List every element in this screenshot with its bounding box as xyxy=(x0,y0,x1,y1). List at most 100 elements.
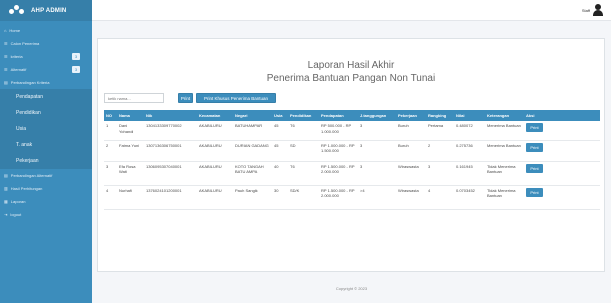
report-title: Laporan Hasil Akhir xyxy=(307,60,395,71)
table-row: 2 Fatma Yuni 1307136306750001 AKABILURU … xyxy=(104,140,600,162)
table-cell: 3 xyxy=(426,161,454,186)
column-header: Usia xyxy=(272,110,288,121)
table-cell: 3 xyxy=(358,161,396,186)
table-cell: Print xyxy=(524,121,600,141)
sidebar-item-label: Perbandingan Alternatif xyxy=(10,173,53,178)
submenu-item-label: Pendidikan xyxy=(16,110,41,116)
table-cell: Menerima Bantuan xyxy=(485,140,524,162)
submenu-perbandingan-kriteria: Pendapatan Pendidikan Usia T. anak Peker… xyxy=(0,89,92,169)
row-print-button[interactable]: Print xyxy=(526,187,543,197)
table-cell: RP 500.000 - RP 1.000.000 xyxy=(319,121,358,141)
table-cell: 30 xyxy=(272,185,288,210)
sidebar-item-logout[interactable]: ⇥ logout xyxy=(0,208,92,221)
column-header: Nilai xyxy=(454,110,485,121)
table-cell: Pertama xyxy=(426,121,454,141)
table-cell: 0.0703452 xyxy=(454,185,485,210)
table-cell: 40 xyxy=(272,161,288,186)
home-icon: ⌂ xyxy=(4,28,7,33)
table-header-row: NO Nama Nik Kecamatan Negari Usia Pendid… xyxy=(104,110,600,121)
table-cell: Wiraswasta xyxy=(396,161,426,186)
table-cell: Pauh Sangik xyxy=(233,185,272,210)
table-cell: Print xyxy=(524,161,600,186)
user-menu[interactable]: Staff xyxy=(582,4,603,16)
table-cell: 45 xyxy=(272,121,288,141)
column-header: Kecamatan xyxy=(197,110,233,121)
table-cell: SD xyxy=(288,140,319,162)
users-icon: ☰ xyxy=(4,41,8,46)
sidebar-item-laporan[interactable]: ▦ Laporan xyxy=(0,195,92,208)
table-cell: 2 xyxy=(426,140,454,162)
column-header: J.tanggungan xyxy=(358,110,396,121)
table-cell: Buruh xyxy=(396,140,426,162)
submenu-item-label: Pendapatan xyxy=(16,94,43,100)
table-cell: DURIAN GADANG xyxy=(233,140,272,162)
sidebar-item-label: Alternatif xyxy=(10,67,27,72)
table-cell: 1376024101200001 xyxy=(144,185,197,210)
submenu-item-pendidikan[interactable]: Pendidikan xyxy=(0,105,92,121)
column-header: Pendapatan xyxy=(319,110,358,121)
column-header: Nik xyxy=(144,110,197,121)
table-cell: T6 xyxy=(288,161,319,186)
report-subtitle: Penerima Bantuan Pangan Non Tunai xyxy=(266,73,436,84)
table-cell: 45 xyxy=(272,140,288,162)
column-header: Negari xyxy=(233,110,272,121)
sidebar-item-alternatif[interactable]: ☰ Alternatif 3 xyxy=(0,63,92,76)
table-cell: Tidak Menerima Bantuan xyxy=(485,161,524,186)
row-print-button[interactable]: Print xyxy=(526,163,543,173)
submenu-item-usia[interactable]: Usia xyxy=(0,121,92,137)
table-cell: 1306095307040001 xyxy=(144,161,197,186)
table-cell: RP 1.000.000 - RP 1.500.000 xyxy=(319,140,358,162)
table-cell: 0.480072 xyxy=(454,121,485,141)
sidebar-item-kriteria[interactable]: ☰ kriteria 3 xyxy=(0,50,92,63)
print-khusus-button[interactable]: Print Khusus Penerima Bantuan xyxy=(196,93,276,103)
sidebar-item-label: logout xyxy=(10,212,22,217)
column-header: NO xyxy=(104,110,117,121)
topbar: Staff xyxy=(92,0,611,21)
sidebar-item-hasil-perhitungan[interactable]: ▥ Hasil Perhitungan xyxy=(0,182,92,195)
table-cell: 1304133309770002 xyxy=(144,121,197,141)
table-cell: 1307136306750001 xyxy=(144,140,197,162)
brand[interactable]: AHP ADMIN xyxy=(0,0,92,21)
table-cell: Tidak Menerima Bantuan xyxy=(485,185,524,210)
table-cell: Wiraswasta xyxy=(396,185,426,210)
table-cell: 2 xyxy=(104,140,117,162)
sidebar-item-label: Laporan xyxy=(10,199,26,204)
table-cell: 4 xyxy=(426,185,454,210)
row-print-button[interactable]: Print xyxy=(526,123,543,132)
sidebar-item-perbandingan-alternatif[interactable]: ▤ Perbandingan Alternatif xyxy=(0,169,92,182)
submenu-item-pendapatan[interactable]: Pendapatan xyxy=(0,89,92,105)
table-cell: 3 xyxy=(358,140,396,162)
column-header: Nama xyxy=(117,110,144,121)
table-cell: 3 xyxy=(358,121,396,141)
search-input[interactable] xyxy=(104,93,164,103)
logout-icon: ⇥ xyxy=(4,212,8,217)
brand-title: AHP ADMIN xyxy=(31,7,67,14)
column-header: Rangking xyxy=(426,110,454,121)
count-badge: 3 xyxy=(72,66,80,73)
table-cell: KOTO TANGAH BATU AMPA xyxy=(233,161,272,186)
submenu-item-pekerjaan[interactable]: Pekerjaan xyxy=(0,153,92,169)
table-cell: AKABILURU xyxy=(197,140,233,162)
table-cell: Buruh xyxy=(396,121,426,141)
table-cell: Efa Rosa Wati xyxy=(117,161,144,186)
sidebar-item-home[interactable]: ⌂ Home xyxy=(0,24,92,37)
submenu-item-t-anak[interactable]: T. anak xyxy=(0,137,92,153)
table-cell: 0.161945 xyxy=(454,161,485,186)
table-cell: 4 xyxy=(104,185,117,210)
compare-icon: ▤ xyxy=(4,80,8,85)
table-cell: Print xyxy=(524,140,600,162)
table-row: 4 Nurhafi 1376024101200001 AKABILURU Pau… xyxy=(104,185,600,210)
submenu-item-label: Pekerjaan xyxy=(16,158,39,164)
sidebar-item-perbandingan-kriteria[interactable]: ▤ Perbandingan Kriteria xyxy=(0,76,92,89)
print-button[interactable]: Print xyxy=(178,93,193,103)
sidebar-item-label: kriteria xyxy=(10,54,23,59)
row-print-button[interactable]: Print xyxy=(526,142,543,152)
sidebar-item-calon-penerima[interactable]: ☰ Calon Penerima xyxy=(0,37,92,50)
column-header: Pendidikan xyxy=(288,110,319,121)
footer-copyright: Copyright © 2023 xyxy=(335,286,368,291)
table-cell: 0.275736 xyxy=(454,140,485,162)
user-name: Staff xyxy=(581,7,590,13)
count-badge: 3 xyxy=(72,53,80,60)
user-icon xyxy=(593,4,603,16)
table-cell: AKABILURU xyxy=(197,161,233,186)
